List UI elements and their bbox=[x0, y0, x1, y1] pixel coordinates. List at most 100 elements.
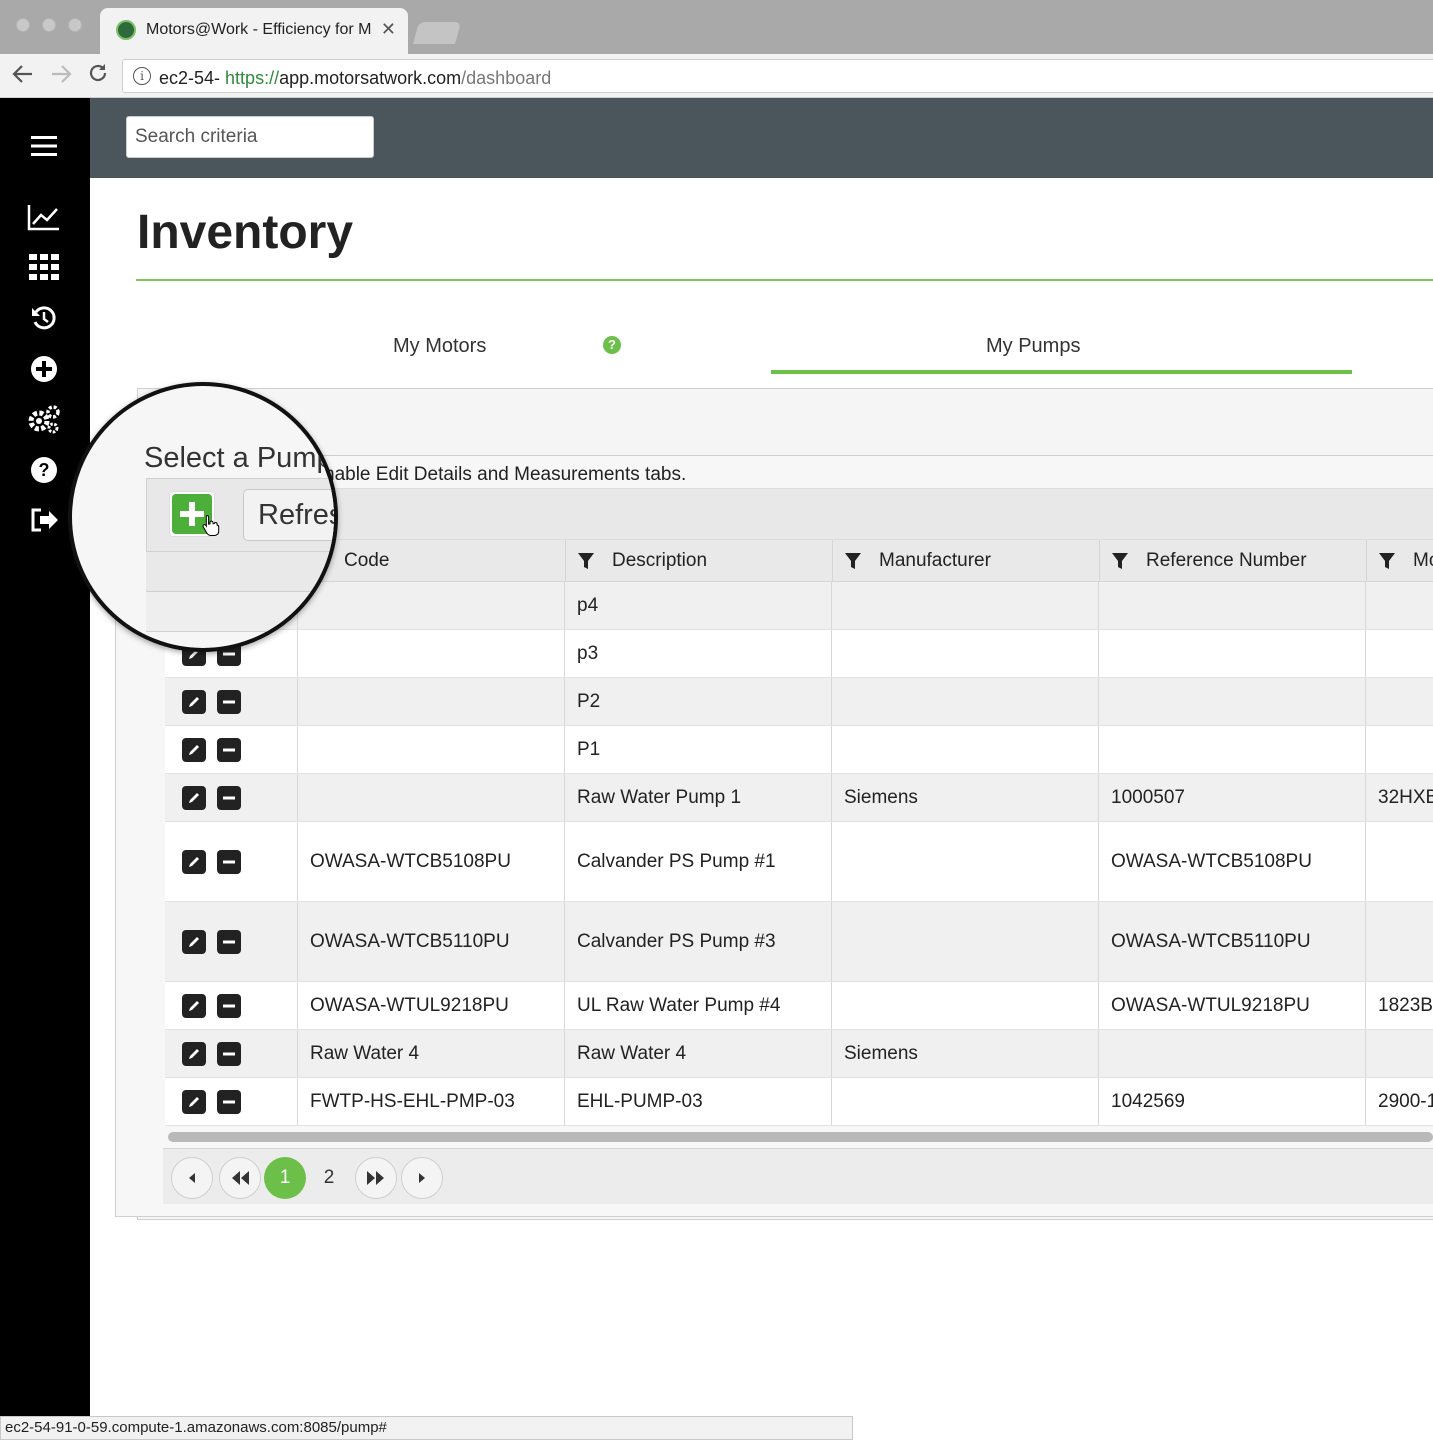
table-row[interactable]: OWASA-WTCB5108PU Calvander PS Pump #1 OWAS… bbox=[165, 822, 1433, 902]
cell-reference: 1042569 bbox=[1099, 1078, 1366, 1125]
forward-icon[interactable] bbox=[48, 61, 74, 93]
edit-icon[interactable] bbox=[182, 690, 206, 714]
remove-icon[interactable] bbox=[217, 930, 241, 954]
help-icon[interactable]: ? bbox=[24, 452, 64, 488]
remove-icon[interactable] bbox=[217, 1042, 241, 1066]
cell-reference: OWASA-WTCB5110PU bbox=[1099, 902, 1366, 981]
window-zoom-dot[interactable] bbox=[68, 18, 82, 32]
row-actions bbox=[165, 822, 298, 901]
cell-code: OWASA-WTCB5108PU bbox=[298, 822, 565, 901]
reload-icon[interactable] bbox=[86, 61, 110, 91]
horizontal-scrollbar[interactable] bbox=[168, 1132, 1433, 1142]
table-row[interactable]: P1 bbox=[165, 726, 1433, 774]
column-label: Code bbox=[344, 550, 390, 571]
remove-icon[interactable] bbox=[217, 738, 241, 762]
cell-manufacturer: Siemens bbox=[832, 774, 1099, 821]
window-minimize-dot[interactable] bbox=[42, 18, 56, 32]
cell-model bbox=[1366, 678, 1433, 725]
edit-icon[interactable] bbox=[182, 1042, 206, 1066]
window-close-dot[interactable] bbox=[16, 18, 30, 32]
filter-icon[interactable] bbox=[845, 553, 861, 569]
column-header-reference-number[interactable]: Reference Number bbox=[1100, 540, 1367, 582]
cell-description: P2 bbox=[565, 678, 832, 725]
cell-model bbox=[1366, 726, 1433, 773]
remove-icon[interactable] bbox=[217, 994, 241, 1018]
remove-icon[interactable] bbox=[217, 1090, 241, 1114]
tab-my-motors[interactable]: My Motors bbox=[393, 335, 486, 358]
column-header-manufacturer[interactable]: Manufacturer bbox=[833, 540, 1100, 582]
remove-icon[interactable] bbox=[217, 850, 241, 874]
edit-icon[interactable] bbox=[182, 738, 206, 762]
cell-manufacturer bbox=[832, 902, 1099, 981]
filter-icon[interactable] bbox=[1112, 553, 1128, 569]
cell-reference bbox=[1099, 678, 1366, 725]
table-row[interactable]: FWTP-HS-EHL-PMP-03 EHL-PUMP-03 1042569 2900… bbox=[165, 1078, 1433, 1126]
edit-icon[interactable] bbox=[182, 850, 206, 874]
column-header-description[interactable]: Description bbox=[566, 540, 833, 582]
info-icon[interactable]: i bbox=[133, 67, 151, 85]
cell-code: FWTP-HS-EHL-PMP-03 bbox=[298, 1078, 565, 1125]
help-badge-icon[interactable]: ? bbox=[603, 336, 621, 354]
selection-notice: nable Edit Details and Measurements tabs… bbox=[324, 464, 687, 485]
back-icon[interactable] bbox=[10, 61, 36, 93]
page-number-2[interactable]: 2 bbox=[308, 1157, 350, 1199]
menu-icon[interactable] bbox=[24, 128, 64, 164]
logout-icon[interactable] bbox=[24, 502, 64, 538]
chart-icon[interactable] bbox=[24, 199, 64, 235]
filter-icon[interactable] bbox=[1379, 553, 1395, 569]
cell-code bbox=[298, 678, 565, 725]
cell-model bbox=[1366, 582, 1433, 629]
remove-icon[interactable] bbox=[217, 786, 241, 810]
cell-model: 2900-1 bbox=[1378, 1090, 1433, 1112]
cell-reference bbox=[1099, 582, 1366, 629]
settings-icon[interactable] bbox=[24, 401, 64, 437]
edit-icon[interactable] bbox=[182, 930, 206, 954]
first-page-icon[interactable] bbox=[219, 1157, 261, 1199]
next-page-icon[interactable] bbox=[401, 1157, 443, 1199]
remove-icon[interactable] bbox=[217, 690, 241, 714]
browser-tab[interactable]: Motors@Work - Efficiency for M ✕ bbox=[100, 8, 408, 54]
table-row[interactable]: OWASA-WTUL9218PU UL Raw Water Pump #4 OWAS… bbox=[165, 982, 1433, 1030]
prev-page-icon[interactable] bbox=[171, 1157, 213, 1199]
cell-code bbox=[298, 582, 565, 629]
add-circle-icon[interactable] bbox=[24, 351, 64, 387]
cell-manufacturer bbox=[832, 630, 1099, 677]
table-row[interactable]: Raw Water Pump 1 Siemens 1000507 32HXB bbox=[165, 774, 1433, 822]
column-header-model[interactable]: Model bbox=[1367, 540, 1433, 582]
cell-description: UL Raw Water Pump #4 bbox=[565, 982, 832, 1029]
cell-manufacturer bbox=[832, 582, 1099, 629]
filter-icon[interactable] bbox=[578, 553, 594, 569]
table-row[interactable]: p4 bbox=[165, 582, 1433, 630]
cell-reference: OWASA-WTUL9218PU bbox=[1099, 982, 1366, 1029]
column-header-code[interactable]: Code bbox=[298, 540, 566, 582]
active-tab-indicator bbox=[771, 370, 1352, 374]
row-actions bbox=[165, 726, 298, 773]
cell-reference bbox=[1099, 1030, 1366, 1077]
page-number-1[interactable]: 1 bbox=[264, 1157, 306, 1199]
close-icon[interactable]: ✕ bbox=[381, 19, 396, 40]
app-header bbox=[90, 98, 1433, 178]
edit-icon[interactable] bbox=[182, 786, 206, 810]
table-row[interactable]: P2 bbox=[165, 678, 1433, 726]
edit-icon[interactable] bbox=[182, 1090, 206, 1114]
cell-reference: OWASA-WTCB5108PU bbox=[1099, 822, 1366, 901]
new-tab-button[interactable] bbox=[413, 22, 461, 44]
address-bar[interactable]: i ec2-54- https://app.motorsatwork.com/d… bbox=[122, 59, 1433, 93]
edit-icon[interactable] bbox=[182, 994, 206, 1018]
table-row-zoomed bbox=[146, 592, 334, 632]
refresh-button[interactable]: Refresh bbox=[243, 489, 334, 541]
grid-toolbar bbox=[145, 488, 1433, 540]
cell-model bbox=[1366, 822, 1433, 901]
table-row[interactable]: OWASA-WTCB5110PU Calvander PS Pump #3 OWAS… bbox=[165, 902, 1433, 982]
last-page-icon[interactable] bbox=[355, 1157, 397, 1199]
tab-my-pumps[interactable]: My Pumps bbox=[986, 335, 1080, 358]
cell-manufacturer bbox=[832, 982, 1099, 1029]
cell-model bbox=[1366, 902, 1433, 981]
table-row[interactable]: Raw Water 4 Raw Water 4 Siemens bbox=[165, 1030, 1433, 1078]
hand-cursor-icon bbox=[202, 514, 220, 541]
browser-tab-title: Motors@Work - Efficiency for M bbox=[146, 21, 372, 38]
search-input[interactable] bbox=[126, 116, 374, 158]
history-icon[interactable] bbox=[24, 300, 64, 336]
table-row[interactable]: p3 bbox=[165, 630, 1433, 678]
grid-icon[interactable] bbox=[24, 249, 64, 285]
